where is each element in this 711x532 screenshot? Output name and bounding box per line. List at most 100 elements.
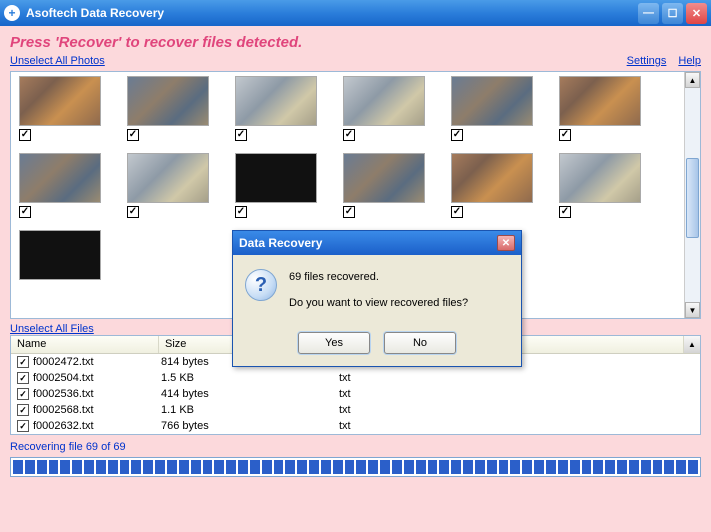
dialog: Data Recovery ✕ ? 69 files recovered. Do… (232, 230, 522, 367)
photo-checkbox[interactable] (235, 129, 247, 141)
photo-checkbox[interactable] (451, 206, 463, 218)
file-ext: txt (339, 404, 485, 416)
photo-checkbox[interactable] (127, 206, 139, 218)
minimize-button[interactable]: — (638, 3, 659, 24)
photo-thumb[interactable] (235, 153, 317, 218)
thumbnail-image[interactable] (559, 153, 641, 203)
progress-segment (131, 460, 141, 474)
photo-checkbox[interactable] (19, 206, 31, 218)
unselect-all-files-link[interactable]: Unselect All Files (10, 323, 94, 335)
photo-checkbox[interactable] (559, 206, 571, 218)
progress-segment (664, 460, 674, 474)
file-checkbox[interactable] (17, 404, 29, 416)
dialog-line2: Do you want to view recovered files? (289, 295, 468, 313)
instruction-text: Press 'Recover' to recover files detecte… (10, 34, 701, 51)
progress-segment (392, 460, 402, 474)
progress-segment (309, 460, 319, 474)
help-link[interactable]: Help (678, 55, 701, 67)
file-name: f0002632.txt (33, 420, 161, 432)
photo-thumb[interactable] (19, 153, 101, 218)
thumbnail-image[interactable] (19, 153, 101, 203)
files-scroll-up-icon[interactable]: ▲ (684, 336, 700, 353)
scroll-down-icon[interactable]: ▼ (685, 302, 700, 318)
progress-segment (641, 460, 651, 474)
progress-segment (582, 460, 592, 474)
thumbnail-image[interactable] (451, 153, 533, 203)
photo-thumb[interactable] (19, 76, 101, 141)
file-name: f0002536.txt (33, 388, 161, 400)
photo-checkbox[interactable] (343, 129, 355, 141)
file-row[interactable]: f0002504.txt1.5 KBtxt (11, 370, 700, 386)
thumbnail-image[interactable] (559, 76, 641, 126)
file-checkbox[interactable] (17, 388, 29, 400)
file-ext: txt (339, 420, 485, 432)
unselect-all-photos-link[interactable]: Unselect All Photos (10, 55, 105, 67)
progress-segment (250, 460, 260, 474)
photo-checkbox[interactable] (451, 129, 463, 141)
photo-thumb[interactable] (343, 153, 425, 218)
photo-thumb[interactable] (127, 153, 209, 218)
progress-segment (25, 460, 35, 474)
progress-segment (108, 460, 118, 474)
progress-segment (96, 460, 106, 474)
photo-thumb[interactable] (19, 230, 101, 280)
file-checkbox[interactable] (17, 372, 29, 384)
progress-segment (676, 460, 686, 474)
thumbnail-image[interactable] (343, 76, 425, 126)
file-ext: txt (339, 372, 485, 384)
file-row[interactable]: f0002568.txt1.1 KBtxt (11, 402, 700, 418)
file-row[interactable]: f0002536.txt414 bytestxt (11, 386, 700, 402)
no-button[interactable]: No (384, 332, 456, 354)
thumbnail-image[interactable] (343, 153, 425, 203)
progress-segment (84, 460, 94, 474)
photo-scrollbar[interactable]: ▲ ▼ (684, 72, 700, 318)
thumbnail-image[interactable] (19, 76, 101, 126)
progress-segment (570, 460, 580, 474)
thumbnail-image[interactable] (235, 76, 317, 126)
progress-segment (262, 460, 272, 474)
photo-checkbox[interactable] (19, 129, 31, 141)
photo-thumb[interactable] (127, 76, 209, 141)
progress-segment (428, 460, 438, 474)
progress-segment (191, 460, 201, 474)
progress-segment (285, 460, 295, 474)
file-size: 414 bytes (161, 388, 339, 400)
col-header-name[interactable]: Name (11, 336, 159, 353)
thumbnail-image[interactable] (127, 76, 209, 126)
photo-thumb[interactable] (235, 76, 317, 141)
thumbnail-image[interactable] (451, 76, 533, 126)
scroll-up-icon[interactable]: ▲ (685, 72, 700, 88)
thumbnail-image[interactable] (127, 153, 209, 203)
file-checkbox[interactable] (17, 356, 29, 368)
photo-thumb[interactable] (559, 76, 641, 141)
photo-thumb[interactable] (559, 153, 641, 218)
progress-segment (487, 460, 497, 474)
progress-segment (510, 460, 520, 474)
dialog-close-button[interactable]: ✕ (497, 235, 515, 251)
settings-link[interactable]: Settings (627, 55, 667, 67)
maximize-button[interactable]: ☐ (662, 3, 683, 24)
progress-bar (10, 457, 701, 477)
thumbnail-image[interactable] (235, 153, 317, 203)
progress-segment (120, 460, 130, 474)
scroll-thumb[interactable] (686, 158, 699, 238)
yes-button[interactable]: Yes (298, 332, 370, 354)
file-checkbox[interactable] (17, 420, 29, 432)
progress-segment (274, 460, 284, 474)
photo-checkbox[interactable] (235, 206, 247, 218)
photo-thumb[interactable] (343, 76, 425, 141)
file-name: f0002472.txt (33, 356, 161, 368)
titlebar-text: Asoftech Data Recovery (26, 6, 638, 20)
dialog-line1: 69 files recovered. (289, 269, 468, 287)
photo-checkbox[interactable] (343, 206, 355, 218)
progress-segment (499, 460, 509, 474)
photo-checkbox[interactable] (127, 129, 139, 141)
titlebar: + Asoftech Data Recovery — ☐ ✕ (0, 0, 711, 26)
progress-segment (345, 460, 355, 474)
photo-thumb[interactable] (451, 153, 533, 218)
file-row[interactable]: f0002632.txt766 bytestxt (11, 418, 700, 434)
photo-checkbox[interactable] (559, 129, 571, 141)
close-button[interactable]: ✕ (686, 3, 707, 24)
thumbnail-image[interactable] (19, 230, 101, 280)
photo-thumb[interactable] (451, 76, 533, 141)
